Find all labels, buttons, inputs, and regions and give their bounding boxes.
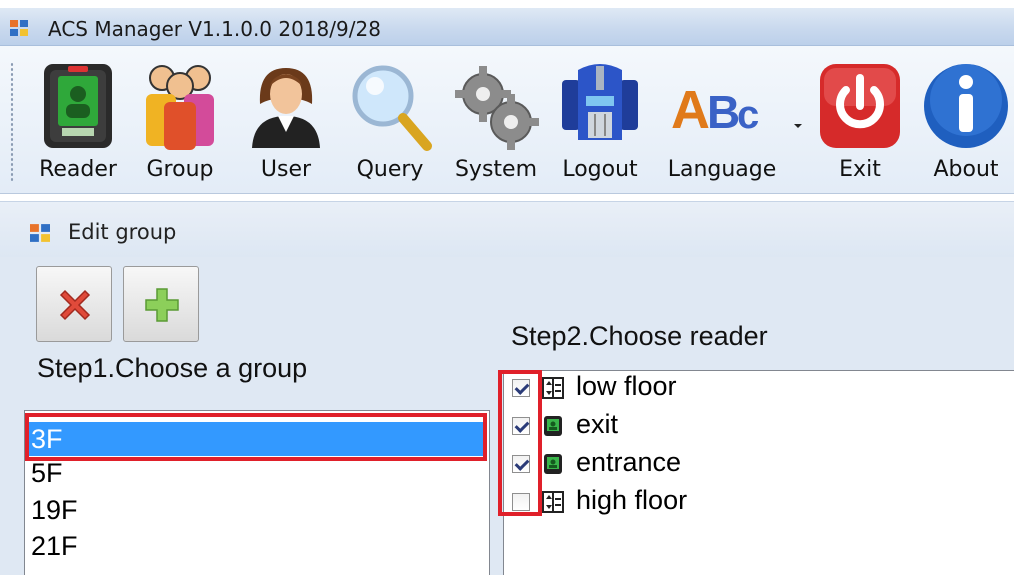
app-icon xyxy=(10,20,28,36)
toolbar-logout-label: Logout xyxy=(562,157,638,182)
toolbar-language-label: Language xyxy=(667,157,777,182)
window-title: ACS Manager V1.1.0.0 2018/9/28 xyxy=(48,17,381,41)
reader-label: low floor xyxy=(576,371,677,401)
elevator-icon xyxy=(542,491,564,513)
group-item-5f[interactable]: 5F xyxy=(31,456,63,490)
step1-label: Step1.Choose a group xyxy=(37,353,308,383)
elevator-icon xyxy=(542,377,564,399)
add-group-button[interactable] xyxy=(123,266,199,342)
dropdown-arrow-icon[interactable] xyxy=(793,122,803,130)
app-window-icon xyxy=(30,224,50,242)
toolbar-exit-label: Exit xyxy=(839,157,881,182)
toolbar-grip[interactable] xyxy=(10,62,14,182)
group-people-icon xyxy=(146,65,214,150)
toolbar-query-label: Query xyxy=(356,157,424,182)
delete-group-button[interactable] xyxy=(36,266,112,342)
checkbox-column-highlight xyxy=(498,370,542,516)
edit-group-header: Edit group xyxy=(0,201,1014,257)
reader-label: entrance xyxy=(576,447,682,477)
toolbar-language-button[interactable]: A B c Language xyxy=(660,46,784,194)
svg-text:B: B xyxy=(707,86,740,138)
svg-text:c: c xyxy=(737,93,759,137)
main-toolbar: Reader Group User Query System Logout A … xyxy=(0,46,1014,194)
toolbar-reader-button[interactable]: Reader xyxy=(30,46,126,194)
toolbar-about-button[interactable]: About xyxy=(918,46,1014,194)
toolbar-reader-label: Reader xyxy=(39,157,117,182)
user-person-icon xyxy=(252,68,320,148)
group-item-19f[interactable]: 19F xyxy=(31,493,78,527)
door-reader-icon xyxy=(544,416,562,436)
power-icon xyxy=(820,64,900,148)
reader-label: exit xyxy=(576,409,619,439)
toolbar-system-label: System xyxy=(454,157,538,182)
step2-label: Step2.Choose reader xyxy=(511,321,768,351)
selected-group-highlight xyxy=(25,413,487,461)
title-bar: ACS Manager V1.1.0.0 2018/9/28 xyxy=(0,8,1014,46)
panel-title: Edit group xyxy=(68,220,177,244)
gears-icon xyxy=(455,66,539,150)
toolbar-about-label: About xyxy=(933,157,999,182)
info-icon xyxy=(924,64,1008,148)
abc-letters-icon: A B c xyxy=(671,80,759,140)
magnifier-icon xyxy=(352,65,432,151)
toolbar-system-button[interactable]: System xyxy=(450,46,542,194)
toolbar-logout-button[interactable]: Logout xyxy=(552,46,648,194)
reader-device-icon xyxy=(44,64,112,148)
toolbar-user-label: User xyxy=(260,157,312,182)
reader-label: high floor xyxy=(576,485,688,515)
svg-text:A: A xyxy=(671,80,710,140)
red-x-icon xyxy=(59,289,91,321)
group-item-21f[interactable]: 21F xyxy=(31,529,78,563)
toolbar-user-button[interactable]: User xyxy=(238,46,334,194)
toolbar-exit-button[interactable]: Exit xyxy=(812,46,908,194)
robot-head-icon xyxy=(562,64,638,140)
toolbar-group-label: Group xyxy=(146,157,214,182)
door-reader-icon xyxy=(544,454,562,474)
green-plus-icon xyxy=(145,288,179,322)
toolbar-group-button[interactable]: Group xyxy=(132,46,228,194)
toolbar-query-button[interactable]: Query xyxy=(342,46,438,194)
